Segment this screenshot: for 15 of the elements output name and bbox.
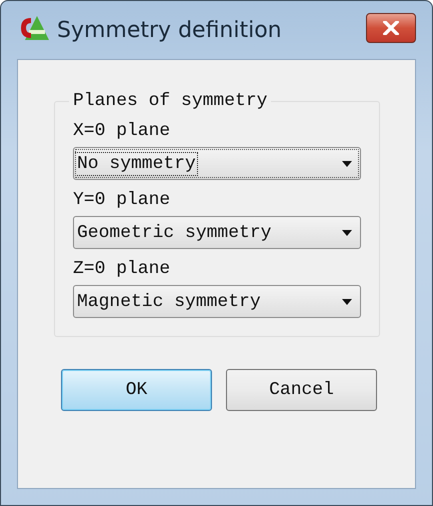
close-button[interactable] [366,13,416,43]
ok-button[interactable]: OK [61,369,212,411]
cancel-button[interactable]: Cancel [226,369,377,411]
field-label: Y=0 plane [73,190,172,210]
close-icon [383,21,399,35]
field-label: X=0 plane [73,121,172,141]
field-label: Z=0 plane [73,259,172,279]
group-title: Planes of symmetry [72,91,268,111]
dropdown[interactable]: Geometric symmetry [73,216,361,249]
dropdown[interactable]: No symmetry [73,147,361,180]
dropdown[interactable]: Magnetic symmetry [73,285,361,318]
window-title: Symmetry definition [57,18,283,42]
caret-icon [342,160,352,166]
caret-icon [342,230,352,236]
caret-icon [342,298,352,304]
